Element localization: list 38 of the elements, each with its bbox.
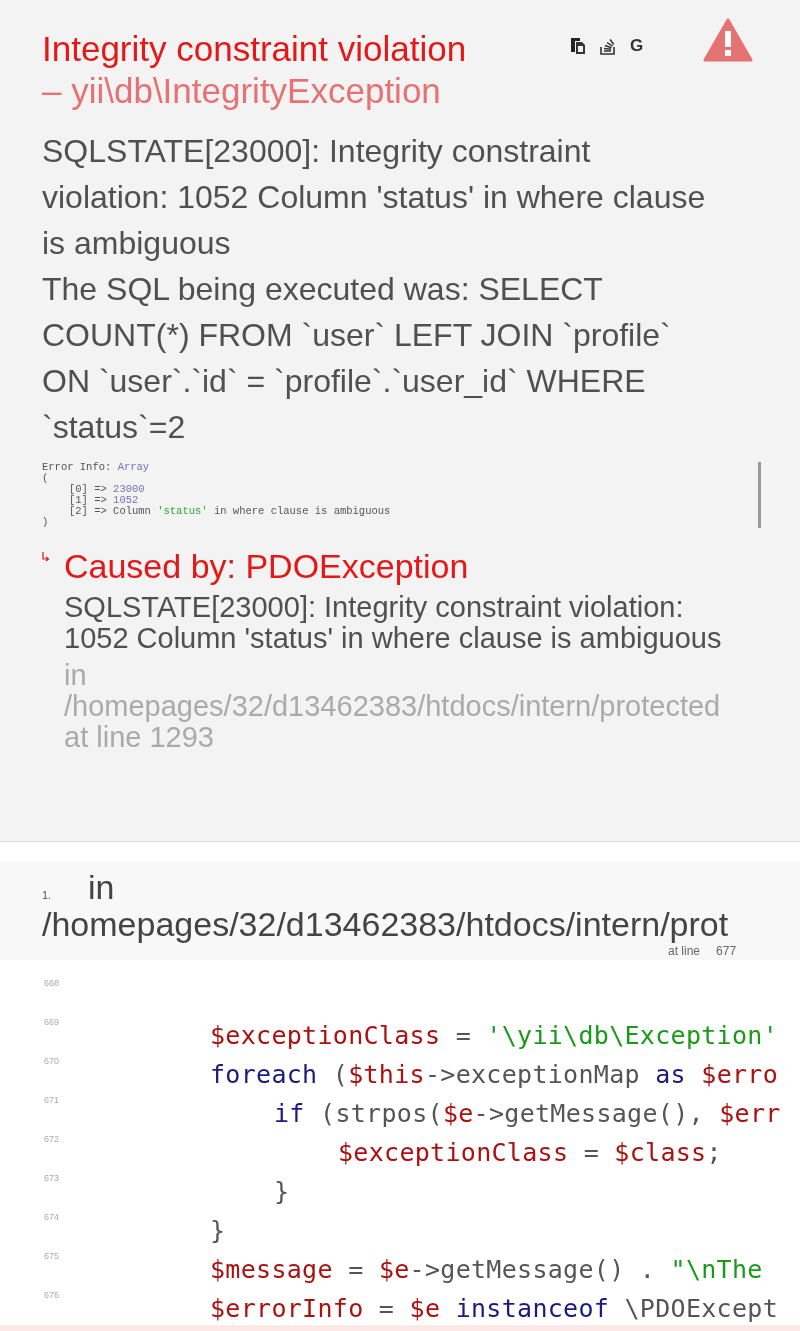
previous-exception-title: Caused by: PDOException [64,546,470,587]
line-info: at line 1293 [64,722,214,753]
file-path: /homepages/32/d13462383/htdocs/intern/protected [64,691,722,722]
scrollbar [758,462,761,528]
warning-icon [703,18,754,62]
code-line: if (strpos($e->getMessage(), $err [274,1099,781,1129]
line-number: 673 [43,1173,61,1183]
return-arrow-icon [42,552,50,562]
line-number: 677 [716,944,737,958]
error-message: SQLSTATE[23000]: Integrity constraint violation: 1052 Column 'status' in where clause is ambiguous The SQL being executed was: SELECT COUNT(*) FROM `user` LEFT JOIN `profile` ON `user`.`id` = `profile`.`user_id` WHERE `status`=2 [42,132,707,447]
file-path: /homepages/32/d13462383/htdocs/intern/prot [42,904,730,944]
code-line: $message = $e->getMessage() . "\nThe [210,1255,763,1285]
google-search-button[interactable]: G [630,36,644,56]
line-number: 671 [43,1095,61,1105]
code-line: } [274,1177,290,1207]
previous-exception-message: SQLSTATE[23000]: Integrity constraint violation: 1052 Column 'status' in where clause is ambiguous [64,592,723,654]
line-number: 670 [43,1056,61,1066]
error-info: Error Info: Array ( [0] => 23000 [1] => 1052 [2] => Column 'status' in where clause is ambiguous ) [42,462,392,528]
code-line: } [210,1216,226,1246]
at-line-label: at line [668,944,701,958]
in-label: in [64,660,88,691]
line-number: 676 [43,1290,61,1300]
code-line: $exceptionClass = $class; [338,1138,722,1168]
exception-title: Integrity constraint violation [42,28,467,70]
exception-class: – yii\db\IntegrityException [42,70,441,112]
code-line: $exceptionClass = '\yii\db\Exception' [210,1021,779,1051]
code-line: foreach ($this->exceptionMap as $erro [210,1060,779,1090]
stack-icon[interactable] [600,37,616,55]
line-number: 672 [43,1134,61,1144]
code-line: $errorInfo = $e instanceof \PDOExcept [210,1294,779,1324]
line-number: 675 [43,1251,61,1261]
call-number: 1. [42,889,53,901]
line-number: 674 [43,1212,61,1222]
in-label: in [88,870,115,904]
line-number: 668 [43,978,61,988]
call-stack-header[interactable]: 1. in /homepages/32/d13462383/htdocs/intern/prot at line 677 [0,862,800,960]
line-number: 669 [43,1017,61,1027]
copy-icon[interactable] [570,37,586,55]
